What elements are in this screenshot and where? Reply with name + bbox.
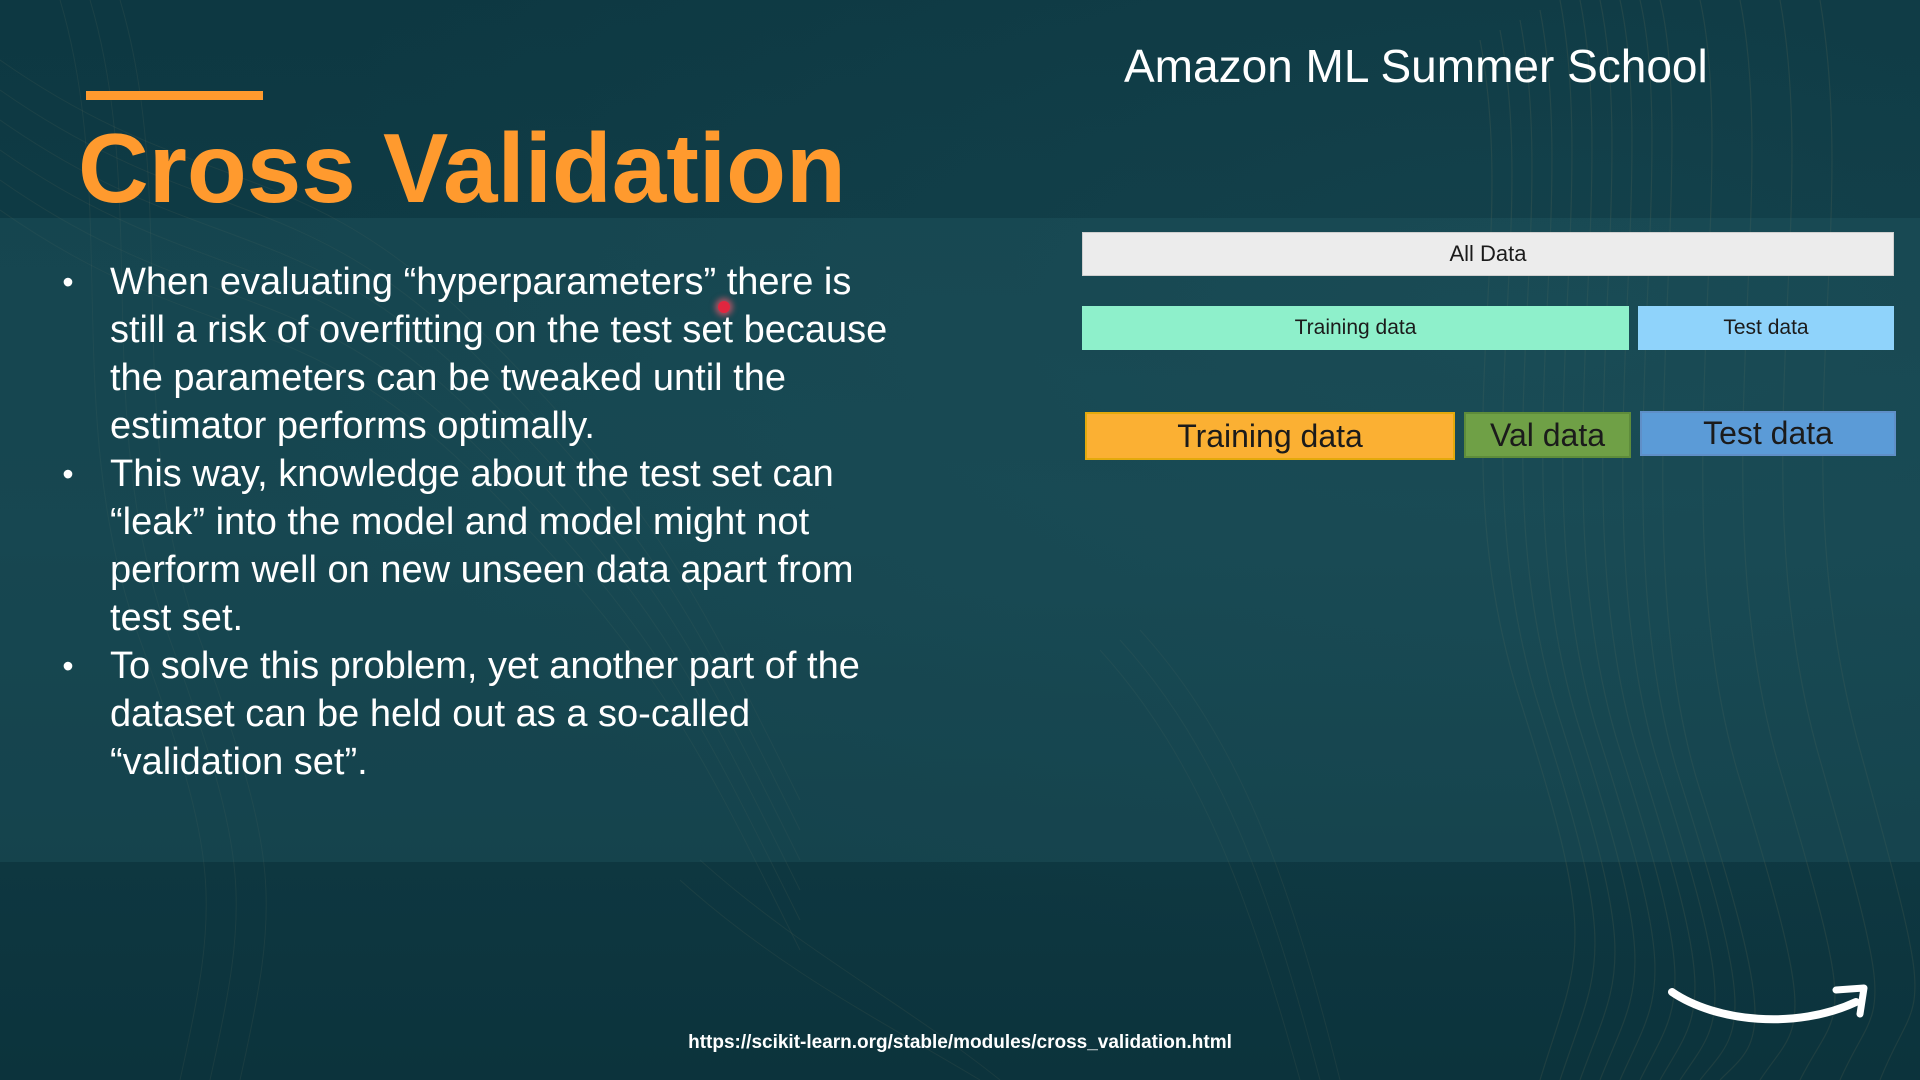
laser-pointer-dot [718,301,730,313]
title-accent-bar [86,91,263,100]
slide: Cross Validation Amazon ML Summer School… [0,0,1920,1080]
bullet-item: • This way, knowledge about the test set… [56,450,996,642]
slide-title: Cross Validation [78,113,846,223]
bullet-dot-icon: • [62,264,74,300]
bullet-text: To solve this problem, yet another part … [110,645,860,783]
header-text: Amazon ML Summer School [1124,40,1708,92]
bullet-dot-icon: • [62,456,74,492]
bullet-text: This way, knowledge about the test set c… [110,453,854,639]
training-data-box: Training data [1082,306,1629,350]
bullet-dot-icon: • [62,648,74,684]
training-data-split-box: Training data [1085,412,1455,460]
bullet-item: • When evaluating “hyperparameters” ther… [56,258,996,450]
amazon-smile-icon [1668,984,1868,1024]
bullet-list: • When evaluating “hyperparameters” ther… [56,258,996,786]
validation-data-box: Val data [1464,412,1631,458]
test-data-box: Test data [1638,306,1894,350]
bullet-text: When evaluating “hyperparameters” there … [110,261,888,447]
test-data-split-box: Test data [1640,411,1896,456]
source-url-link[interactable]: https://scikit-learn.org/stable/modules/… [0,1030,1920,1056]
all-data-box: All Data [1082,232,1894,276]
bullet-item: • To solve this problem, yet another par… [56,642,996,786]
